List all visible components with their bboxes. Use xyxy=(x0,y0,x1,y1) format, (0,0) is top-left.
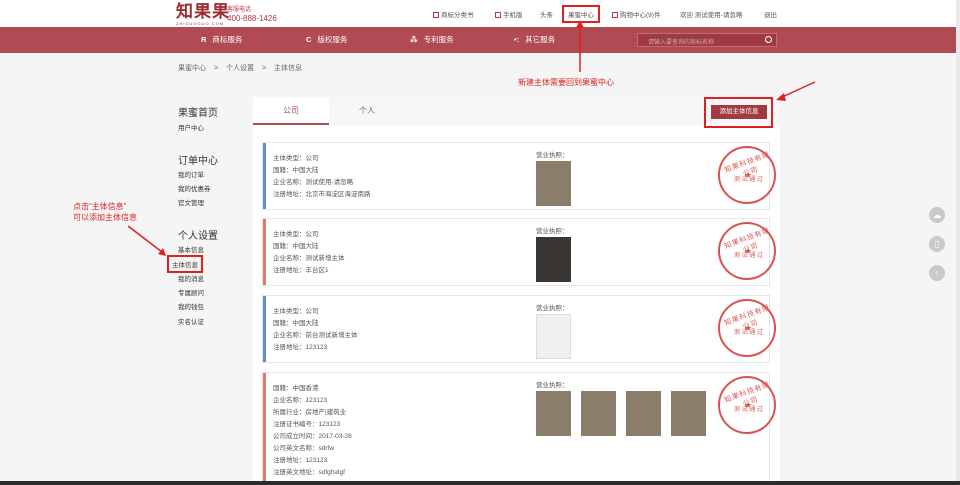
arrow-up-head xyxy=(576,20,584,28)
arrow-to-add-head xyxy=(776,93,786,101)
taskbar xyxy=(0,481,960,485)
mobile-icon[interactable]: ▯ xyxy=(929,236,945,252)
annotation-arrows xyxy=(127,20,816,256)
scrollbar[interactable] xyxy=(956,0,960,485)
arrow-to-sidebar xyxy=(127,225,163,253)
arrow-to-add xyxy=(779,81,816,99)
back-to-top-icon[interactable]: ↑ xyxy=(929,265,945,281)
chat-icon[interactable]: ☁ xyxy=(929,207,945,223)
